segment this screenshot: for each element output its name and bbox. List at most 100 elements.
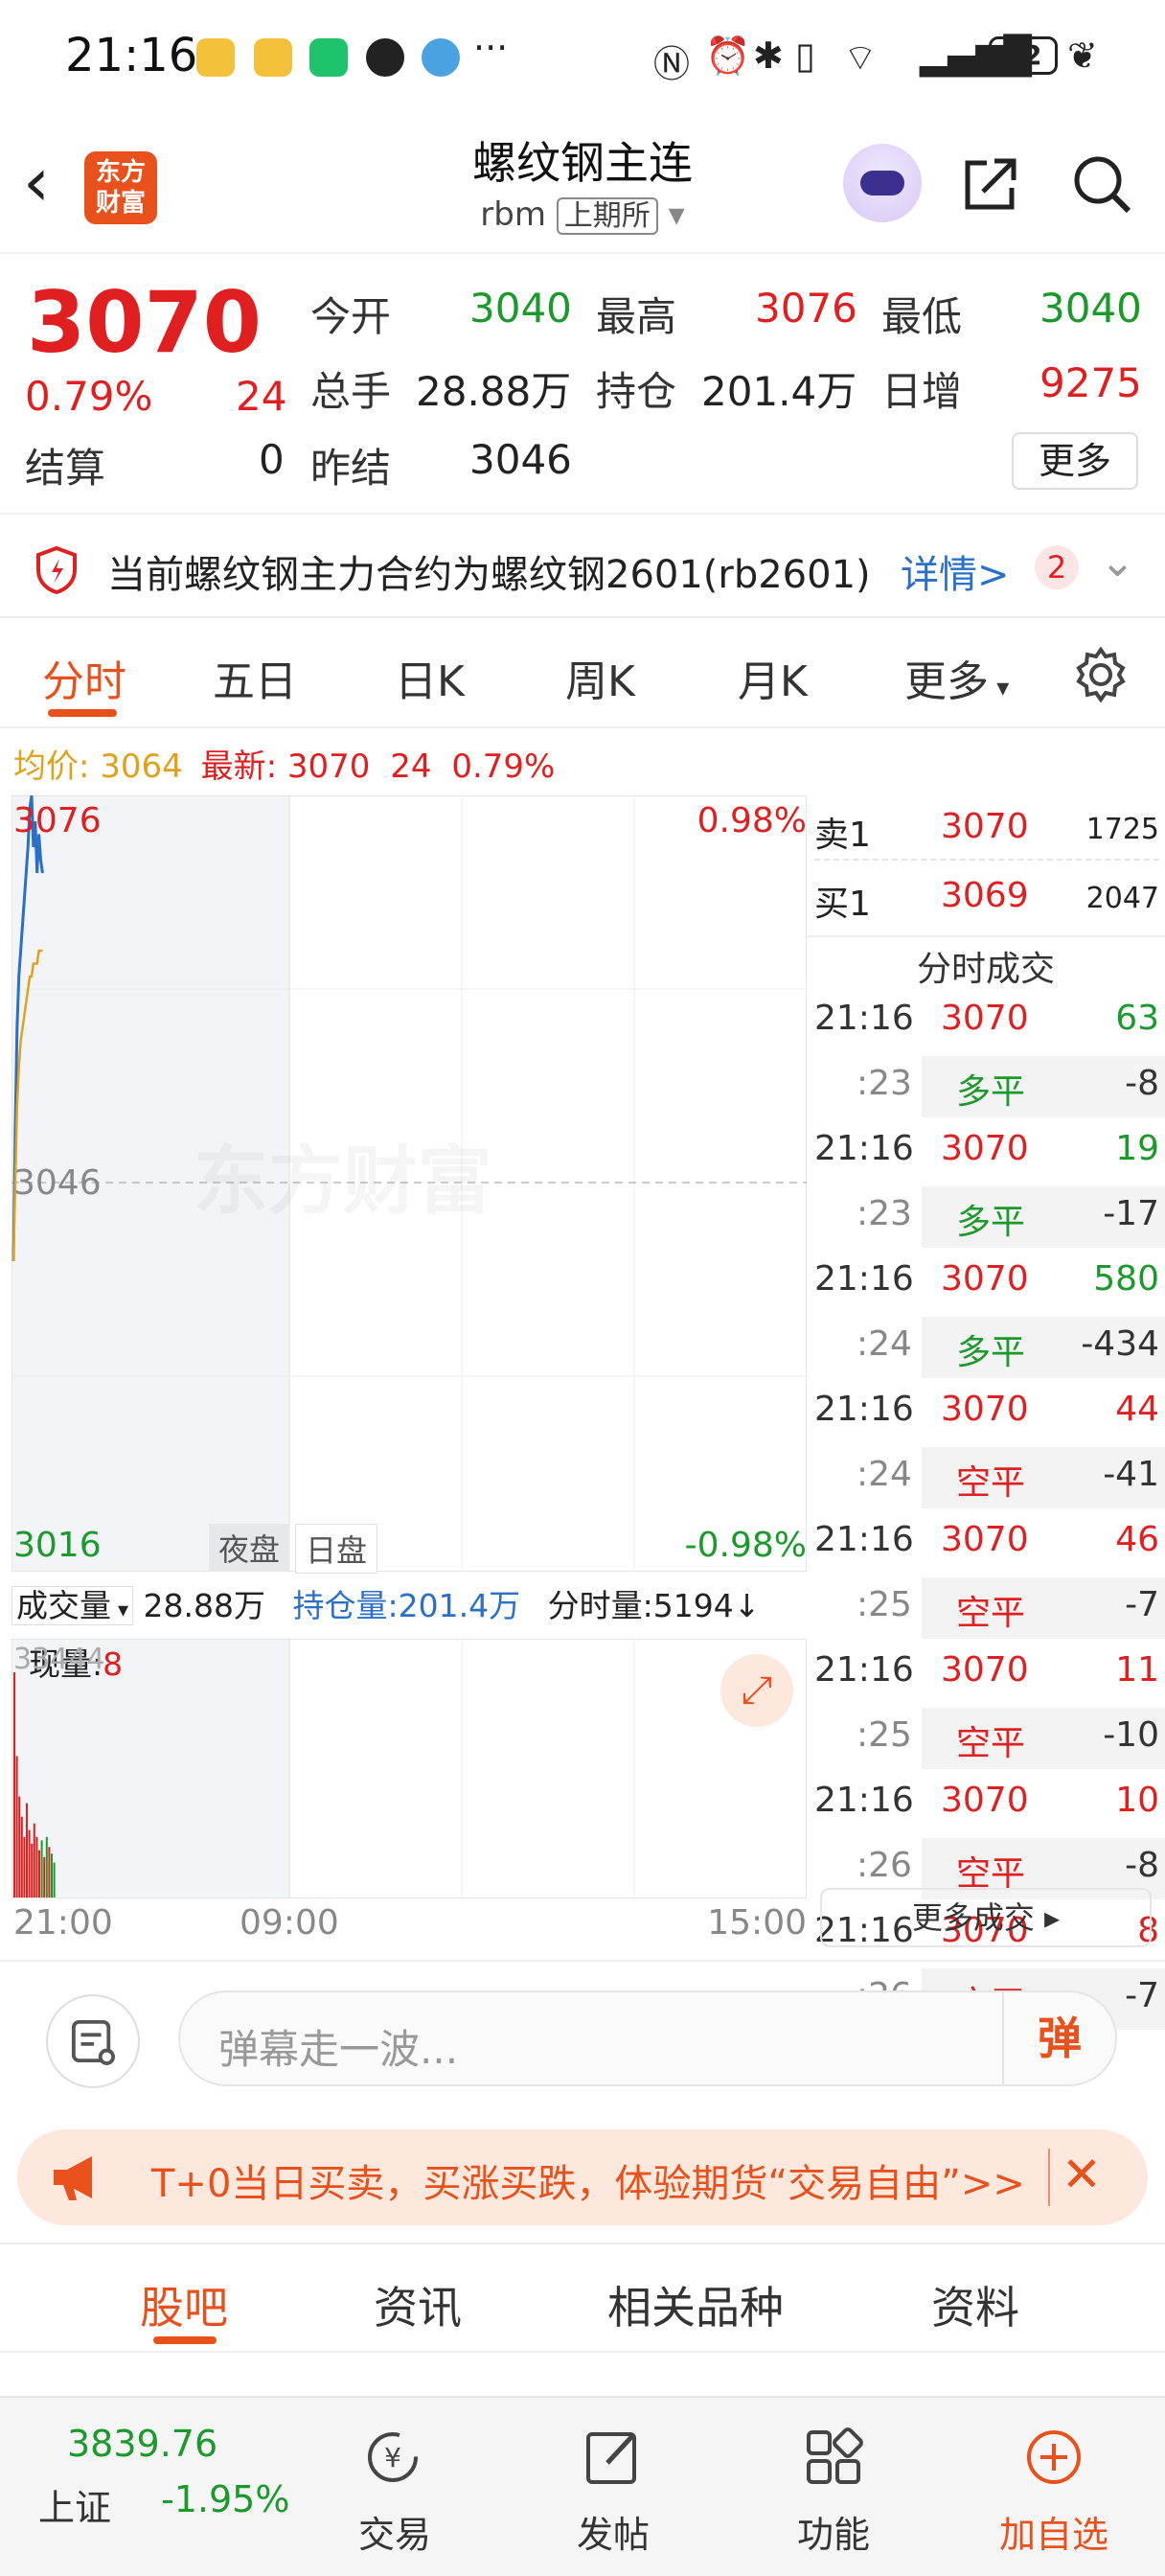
tab-daily-k[interactable]: 日K: [395, 647, 465, 708]
promo-text: T+0当日买卖，买涨买跌，体验期货“交易自由”>>: [151, 2162, 1025, 2206]
qq-icon: [366, 38, 404, 77]
tick-volume: 46: [1115, 1520, 1159, 1559]
assistant-avatar[interactable]: [843, 144, 922, 222]
danmu-toggle-button[interactable]: 弹: [1002, 1992, 1115, 2084]
more-quote-button[interactable]: 更多: [1012, 432, 1138, 490]
nav-trade[interactable]: 交易: [308, 2505, 481, 2558]
volume-bar: [26, 1803, 28, 1898]
tab-news[interactable]: 资讯: [374, 2273, 462, 2336]
volume-bar: [35, 1836, 38, 1898]
share-icon[interactable]: [960, 153, 1021, 215]
open-interest-label: 持仓: [596, 368, 677, 415]
settle-label: 结算: [25, 445, 106, 492]
more-ticks-button[interactable]: 更多成交 ▸: [820, 1888, 1152, 1947]
open-label: 今开: [310, 293, 392, 340]
volume-max-label: 33444: [13, 1643, 105, 1676]
danmu-input[interactable]: 弹幕走一波... 弹: [178, 1990, 1117, 2086]
notice-detail-link[interactable]: 详情>: [901, 543, 1010, 599]
tick-time: 21:16: [814, 1129, 914, 1168]
promo-divider: [1048, 2149, 1050, 2206]
nav-functions[interactable]: 功能: [747, 2505, 920, 2558]
vibrate-icon: ▯: [795, 34, 815, 77]
intraday-chart[interactable]: 东方财富 3076 3046 3016 0.98% -0.98% 夜盘 日盘 成…: [11, 795, 807, 1960]
tick-row: :25 空平 -7: [807, 1577, 1165, 1643]
tab-related[interactable]: 相关品种: [607, 2273, 784, 2336]
trade-icon: ¥: [368, 2432, 418, 2482]
battery-indicator: 82: [989, 36, 1058, 75]
weibo-icon: [196, 38, 235, 77]
nav-add-watchlist[interactable]: 加自选: [968, 2505, 1140, 2558]
tick-time: :24: [857, 1324, 912, 1364]
settings-gear-icon[interactable]: [1073, 647, 1129, 702]
tab-five-day[interactable]: 五日: [213, 647, 297, 708]
tick-row: 21:16 3070 580: [807, 1252, 1165, 1317]
main-contract-notice[interactable]: 当前螺纹钢主力合约为螺纹钢2601(rb2601) 详情> 2 ⌄: [0, 513, 1165, 618]
quote-panel: 3070 0.79% 24 结算 0 今开 3040 最高 3076 最低 30…: [0, 254, 1165, 498]
comment-settings-icon[interactable]: [46, 1994, 140, 2088]
y-axis-bottom-label: 3016: [13, 1526, 102, 1565]
tab-guba[interactable]: 股吧: [140, 2273, 228, 2336]
tick-row: :24 多平 -434: [807, 1317, 1165, 1382]
current-volume-value: 8: [103, 1645, 124, 1683]
tick-type: 空平: [956, 1594, 1026, 1633]
volume-total: 28.88万: [143, 1587, 266, 1624]
session-day-tag[interactable]: 日盘: [295, 1524, 378, 1574]
chevron-down-icon[interactable]: ⌄: [1100, 538, 1135, 586]
tab-more[interactable]: 更多 ▾: [904, 647, 1009, 708]
tick-volume: -7: [1125, 1585, 1159, 1624]
pct-top-label: 0.98%: [697, 801, 807, 840]
volume-bar: [28, 1829, 31, 1898]
session-night-tag[interactable]: 夜盘: [209, 1524, 290, 1572]
tick-row: 21:16 3070 44: [807, 1382, 1165, 1447]
index-change: -1.95%: [161, 2478, 290, 2520]
exchange-badge[interactable]: 上期所: [556, 197, 658, 235]
volume-selector-label: 成交量: [16, 1587, 111, 1624]
volume-bar: [31, 1843, 34, 1898]
tick-row: :25 空平 -10: [807, 1708, 1165, 1773]
active-tab-indicator: [153, 2336, 217, 2344]
open-value: 3040: [469, 285, 572, 332]
fullscreen-expand-icon[interactable]: ⤢: [720, 1654, 793, 1727]
book-divider: [814, 859, 1159, 861]
volume-selector[interactable]: 成交量 ▾: [11, 1586, 134, 1625]
prev-settle-label: 昨结: [310, 445, 392, 492]
dropdown-icon[interactable]: ▾: [669, 196, 685, 234]
close-icon[interactable]: ✕: [1062, 2147, 1102, 2202]
tick-volume: 10: [1115, 1781, 1159, 1820]
tick-price: 3070: [941, 1129, 1029, 1168]
tab-weekly-k[interactable]: 周K: [565, 647, 635, 708]
tick-row: :23 多平 -17: [807, 1186, 1165, 1252]
tick-row: 21:16 3070 10: [807, 1773, 1165, 1838]
ask-label: 卖1: [814, 816, 871, 855]
tick-volume: -17: [1103, 1194, 1159, 1233]
alarm-icon: ⏰: [705, 34, 751, 77]
tick-time: :23: [857, 1064, 912, 1103]
promo-banner[interactable]: T+0当日买卖，买涨买跌，体验期货“交易自由”>> ✕: [17, 2129, 1148, 2225]
bid-price: 3069: [941, 876, 1029, 915]
index-ticker[interactable]: 3839.76 上证 -1.95%: [0, 2398, 290, 2576]
tick-price: 3070: [941, 999, 1029, 1038]
volume-bar: [15, 1756, 18, 1898]
svg-text:¥: ¥: [384, 2442, 401, 2473]
tick-row: :24 空平 -41: [807, 1447, 1165, 1512]
chart-info-line: 均价: 3064 最新: 3070 24 0.79%: [13, 740, 555, 787]
add-watchlist-icon: [1027, 2430, 1081, 2484]
tab-profile[interactable]: 资料: [931, 2273, 1019, 2336]
ask-row: 卖1 3070 1725: [807, 807, 1165, 864]
tick-volume: -8: [1125, 1846, 1159, 1885]
megaphone-icon: [54, 2156, 92, 2200]
bottom-nav: 3839.76 上证 -1.95% ¥ 交易 发帖 功能 加自选: [0, 2396, 1165, 2576]
tick-time: :23: [857, 1194, 912, 1233]
settle-value: 0: [259, 436, 285, 483]
search-icon[interactable]: [1071, 153, 1132, 215]
nav-post[interactable]: 发帖: [527, 2505, 699, 2558]
change-percent: 0.79%: [25, 373, 153, 420]
last-price: 3070: [27, 273, 262, 372]
volume-value: 28.88万: [416, 368, 572, 415]
contract-code: rbm: [480, 196, 546, 234]
open-interest-value: 201.4万: [701, 368, 857, 415]
tab-intraday[interactable]: 分时: [42, 647, 126, 708]
watermark: 东方财富: [194, 1121, 492, 1229]
tab-monthly-k[interactable]: 月K: [738, 647, 808, 708]
volume-indicator-bar: 成交量 ▾ 28.88万 持仓量:201.4万 分时量:5194↓ 现量:8: [11, 1579, 807, 1683]
